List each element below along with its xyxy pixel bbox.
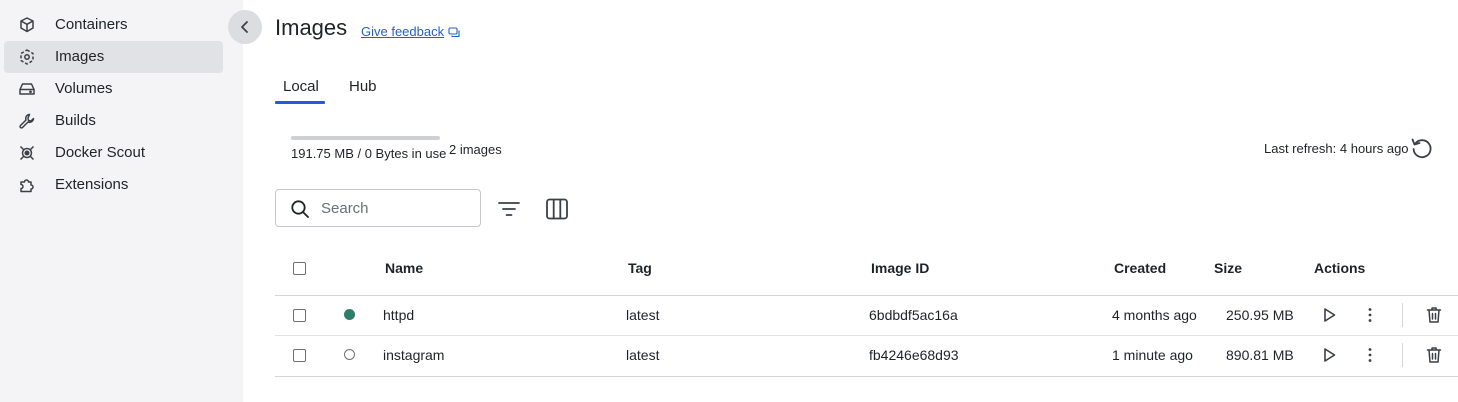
action-separator [1402,303,1403,327]
column-header-created[interactable]: Created [1114,260,1166,276]
image-tag: latest [626,347,660,363]
more-actions-button[interactable] [1360,305,1380,325]
column-header-size[interactable]: Size [1214,260,1242,276]
filter-button[interactable] [496,196,522,222]
sidebar-item-label: Builds [55,112,96,129]
row-divider [275,335,1458,336]
table-bottom-border [275,376,1458,377]
feedback-chat-icon [448,26,460,37]
column-header-actions: Actions [1314,260,1366,276]
disk-usage-bar [291,136,440,140]
docker-desktop-images-view: Containers Images Volumes Builds Docker … [0,0,1458,402]
select-all-checkbox[interactable] [293,262,306,275]
refresh-button[interactable] [1409,135,1435,161]
scout-icon [18,144,36,162]
run-button[interactable] [1319,305,1339,325]
search-box[interactable] [275,189,481,227]
image-size: 250.95 MB [1226,307,1294,323]
filter-icon [498,202,520,216]
trash-icon [1426,307,1442,323]
puzzle-icon [18,176,36,194]
image-tag: latest [626,307,660,323]
sidebar-item-containers[interactable]: Containers [4,9,223,41]
column-header-name[interactable]: Name [385,260,423,276]
play-icon [1324,308,1336,322]
more-actions-button[interactable] [1360,345,1380,365]
image-created: 4 months ago [1112,307,1197,323]
chevron-left-icon [241,21,248,33]
image-size: 890.81 MB [1226,347,1294,363]
sidebar-item-images[interactable]: Images [4,41,223,73]
run-button[interactable] [1319,345,1339,365]
sidebar-item-volumes[interactable]: Volumes [4,73,223,105]
delete-button[interactable] [1424,305,1444,325]
delete-button[interactable] [1424,345,1444,365]
unused-status-dot [344,349,355,360]
columns-button[interactable] [544,196,570,222]
wrench-icon [18,112,36,130]
image-count: 2 images [449,142,502,157]
play-icon [1324,348,1336,362]
kebab-menu-icon [1368,348,1372,362]
sidebar-item-builds[interactable]: Builds [4,105,223,137]
image-id: 6bdbdf5ac16a [869,307,958,323]
columns-icon [546,198,568,220]
tab-hub[interactable]: Hub [349,78,377,104]
disk-usage-text: 191.75 MB / 0 Bytes in use [291,146,447,161]
cube-icon [18,16,36,34]
search-icon [291,200,309,218]
column-header-tag[interactable]: Tag [628,260,652,276]
refresh-icon [1411,138,1432,159]
give-feedback-label: Give feedback [361,24,445,39]
column-header-image-id[interactable]: Image ID [871,260,929,276]
sidebar-item-extensions[interactable]: Extensions [4,169,223,201]
sidebar-item-label: Extensions [55,176,129,193]
image-layers-icon [18,48,36,66]
collapse-sidebar-button[interactable] [228,10,262,44]
image-name[interactable]: httpd [383,307,414,323]
row-checkbox[interactable] [293,349,306,362]
image-name[interactable]: instagram [383,347,444,363]
drive-icon [18,80,36,98]
image-id: fb4246e68d93 [869,347,959,363]
image-created: 1 minute ago [1112,347,1193,363]
sidebar-item-label: Containers [55,16,128,33]
trash-icon [1426,347,1442,363]
search-input[interactable] [321,190,471,226]
in-use-status-dot [344,309,355,320]
sidebar: Containers Images Volumes Builds Docker … [0,0,243,402]
row-checkbox[interactable] [293,309,306,322]
action-separator [1402,343,1403,367]
last-refresh-text: Last refresh: 4 hours ago [1264,141,1409,156]
sidebar-item-label: Volumes [55,80,113,97]
sidebar-item-label: Images [55,48,105,65]
active-tab-indicator [275,101,325,104]
give-feedback-link[interactable]: Give feedback [361,24,460,39]
sidebar-item-docker-scout[interactable]: Docker Scout [4,137,223,169]
header-divider [275,295,1458,296]
sidebar-item-label: Docker Scout [55,144,146,161]
page-title: Images [275,15,348,40]
kebab-menu-icon [1368,308,1372,322]
